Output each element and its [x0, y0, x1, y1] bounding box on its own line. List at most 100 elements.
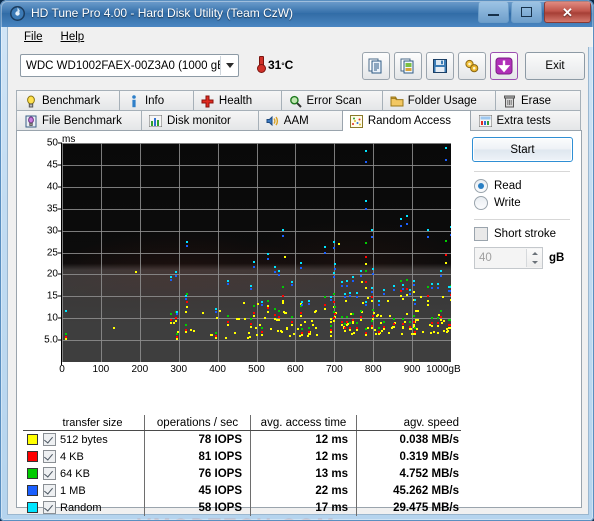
chart-data-point: [405, 278, 408, 281]
chart-y-tick-label: 50: [46, 137, 58, 149]
chart-data-point: [134, 270, 137, 273]
menu-item-help[interactable]: Help: [52, 29, 94, 45]
chart-data-point: [392, 323, 395, 326]
tab-file-benchmark[interactable]: File Benchmark: [16, 110, 142, 131]
chart-data-point: [315, 327, 318, 330]
tab-info[interactable]: Info: [118, 90, 194, 111]
exit-button[interactable]: Exit: [525, 52, 585, 80]
chart-data-point: [349, 295, 352, 298]
chart-data-point: [352, 275, 355, 278]
chart-y-tick-label: 35: [46, 203, 58, 215]
row-operations: 76 IOPS: [145, 465, 251, 482]
chart-data-point: [356, 291, 359, 294]
minimize-button[interactable]: [478, 1, 509, 23]
chart-data-point: [226, 315, 229, 318]
drive-select[interactable]: WDC WD1002FAEX-00Z3A0 (1000 gB): [20, 54, 239, 77]
chart-x-tick-label: 0: [59, 364, 65, 375]
stepper-buttons[interactable]: [526, 249, 542, 267]
chart-data-point: [349, 329, 352, 332]
copy-image-button[interactable]: [394, 52, 422, 80]
menu-item-file[interactable]: File: [15, 29, 52, 45]
chart-data-point: [185, 295, 188, 298]
table-row[interactable]: Random 58 IOPS 17 ms 29.475 MB/s: [23, 499, 461, 516]
row-transfer-size[interactable]: Random: [41, 499, 145, 516]
row-checkbox[interactable]: [43, 450, 56, 463]
tab-health[interactable]: Health: [192, 90, 282, 111]
row-checkbox[interactable]: [43, 433, 56, 446]
row-transfer-size[interactable]: 512 bytes: [41, 431, 145, 448]
magnifier-icon: [289, 94, 303, 108]
chart-data-point: [304, 320, 307, 323]
tab-extra-tests[interactable]: Extra tests: [470, 110, 581, 131]
chart-data-point: [345, 280, 348, 283]
row-transfer-size[interactable]: 64 KB: [41, 465, 145, 482]
chart-data-point: [266, 257, 269, 260]
chart-data-point: [444, 158, 447, 161]
chart-data-point: [215, 331, 218, 334]
chart-gridline-h: [62, 230, 451, 232]
chart-data-point: [249, 288, 252, 291]
row-transfer-size[interactable]: 1 MB: [41, 482, 145, 499]
chart-data-point: [190, 329, 193, 332]
radio-read[interactable]: Read: [474, 179, 572, 193]
save-button[interactable]: [426, 52, 454, 80]
download-icon: [495, 57, 513, 75]
chart-data-point: [333, 263, 336, 266]
short-stroke-checkbox[interactable]: Short stroke: [474, 227, 572, 241]
chart-data-point: [360, 319, 363, 322]
settings-button[interactable]: [458, 52, 486, 80]
chart-data-point: [253, 311, 256, 314]
table-row[interactable]: 4 KB 81 IOPS 12 ms 0.319 MB/s: [23, 448, 461, 465]
chart-data-point: [433, 331, 436, 334]
table-row[interactable]: 64 KB 76 IOPS 13 ms 4.752 MB/s: [23, 465, 461, 482]
tab-disk-monitor[interactable]: Disk monitor: [140, 110, 259, 131]
chart-data-point: [364, 199, 367, 202]
tab-folder-usage[interactable]: Folder Usage: [381, 90, 496, 111]
chart-data-point: [378, 327, 381, 330]
chevron-down-icon[interactable]: [220, 56, 238, 75]
chart-data-point: [343, 322, 346, 325]
close-button[interactable]: ✕: [544, 1, 591, 23]
table-row[interactable]: 1 MB 45 IOPS 22 ms 45.262 MB/s: [23, 482, 461, 499]
chart-data-point: [364, 270, 367, 273]
row-checkbox[interactable]: [43, 484, 56, 497]
row-speed: 45.262 MB/s: [393, 484, 459, 497]
tab-benchmark[interactable]: Benchmark: [16, 90, 120, 111]
chart-data-point: [444, 239, 447, 242]
row-checkbox[interactable]: [43, 467, 56, 480]
chart-data-point: [427, 236, 430, 239]
tab-erase[interactable]: Erase: [494, 90, 582, 111]
chart-data-point: [427, 286, 430, 289]
tab-error-scan[interactable]: Error Scan: [280, 90, 383, 111]
row-checkbox[interactable]: [43, 501, 56, 514]
tab-aam-label: AAM: [283, 115, 309, 127]
chart-data-point: [449, 298, 451, 301]
row-transfer-size[interactable]: 4 KB: [41, 448, 145, 465]
start-button[interactable]: Start: [472, 137, 573, 162]
short-stroke-stepper[interactable]: 40: [474, 247, 543, 269]
download-button[interactable]: [490, 52, 518, 80]
chart-data-point: [278, 269, 281, 272]
radio-write[interactable]: Write: [474, 196, 572, 210]
copy-text-button[interactable]: [362, 52, 390, 80]
chart-data-point: [414, 302, 417, 305]
chart-data-point: [330, 296, 333, 299]
chart-data-point: [290, 315, 293, 318]
chart-data-point: [233, 331, 236, 334]
row-speed: 0.038 MB/s: [399, 433, 459, 446]
chart-data-point: [343, 292, 346, 295]
maximize-button[interactable]: [511, 1, 542, 23]
chart-data-point: [341, 315, 344, 318]
test-controls: Start Read Write Short stroke 40 gB: [472, 137, 573, 269]
chart-data-point: [370, 236, 373, 239]
tab-random-access[interactable]: Random Access: [341, 110, 472, 131]
chart-data-point: [386, 300, 389, 303]
chart-data-point: [333, 268, 336, 271]
tab-aam[interactable]: AAM: [257, 110, 343, 131]
table-row[interactable]: 512 bytes 78 IOPS 12 ms 0.038 MB/s: [23, 431, 461, 448]
chart-data-point: [237, 317, 240, 320]
chart-data-point: [412, 284, 415, 287]
chart-data-point: [356, 329, 359, 332]
chart-data-point: [281, 286, 284, 289]
chart-data-point: [364, 241, 367, 244]
